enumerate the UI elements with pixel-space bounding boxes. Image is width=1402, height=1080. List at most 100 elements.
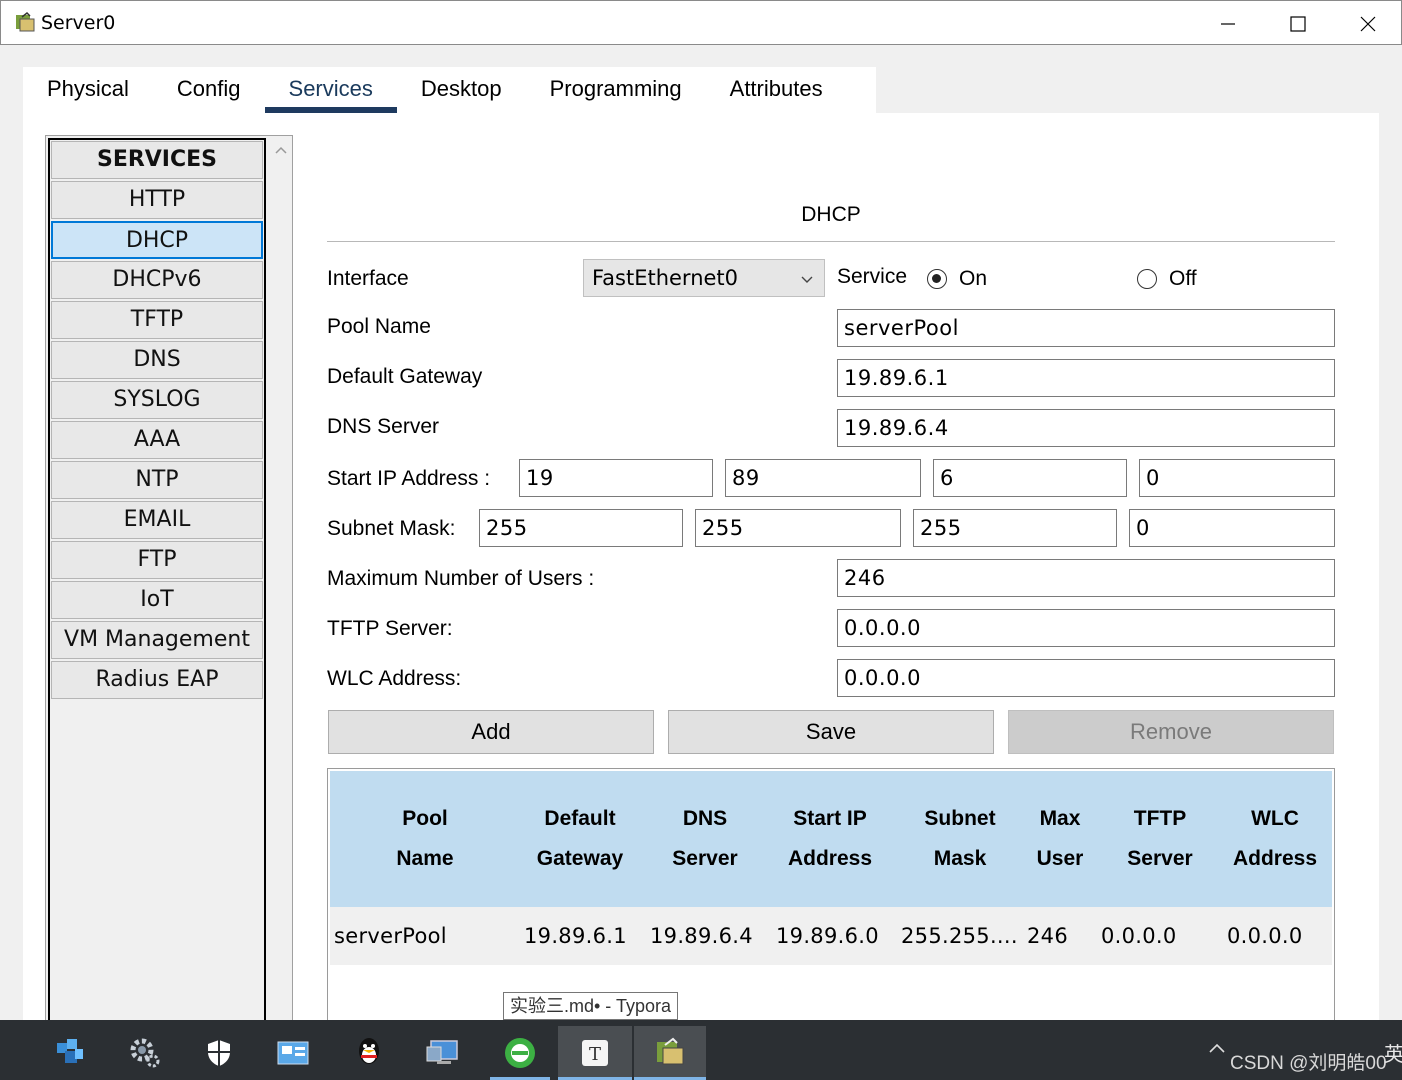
start-ip-label: Start IP Address : xyxy=(327,467,491,490)
col-default-gateway-label: Default Gateway xyxy=(536,807,624,870)
wlc-field[interactable]: 0.0.0.0 xyxy=(837,659,1335,697)
sidebar-item-dns[interactable]: DNS xyxy=(51,341,263,379)
close-button[interactable] xyxy=(1333,1,1402,46)
col-start-ip-label: Start IP Address xyxy=(787,807,873,870)
col-wlc-address[interactable]: WLC Address xyxy=(1225,771,1325,907)
service-on-radio[interactable] xyxy=(927,269,947,289)
chevron-down-icon xyxy=(801,276,813,283)
col-subnet-mask-label: Subnet Mask xyxy=(924,807,996,870)
pool-name-field[interactable]: serverPool xyxy=(837,309,1335,347)
subnet-octet-2[interactable]: 255 xyxy=(695,509,901,547)
save-button[interactable]: Save xyxy=(668,710,994,754)
sidebar-item-syslog[interactable]: SYSLOG xyxy=(51,381,263,419)
gateway-label: Default Gateway xyxy=(327,365,483,388)
col-dns-server-label: DNS Server xyxy=(672,807,738,870)
cell-pool-name: serverPool xyxy=(334,924,447,948)
cell-start-ip: 19.89.6.0 xyxy=(776,924,879,948)
sidebar-item-http[interactable]: HTTP xyxy=(51,181,263,219)
tray-expand-icon[interactable] xyxy=(1208,1042,1226,1054)
maximize-icon xyxy=(1290,15,1306,32)
scroll-up-icon[interactable] xyxy=(274,144,288,158)
interface-select[interactable]: FastEthernet0 xyxy=(583,259,825,297)
col-max-user-label: Max User xyxy=(1036,807,1084,870)
sidebar-item-dhcp[interactable]: DHCP xyxy=(51,221,263,259)
dns-field[interactable]: 19.89.6.4 xyxy=(837,409,1335,447)
cell-tftp-server: 0.0.0.0 xyxy=(1101,924,1177,948)
col-max-user[interactable]: Max User xyxy=(1020,771,1100,907)
close-icon xyxy=(1360,16,1376,31)
minimize-button[interactable] xyxy=(1193,1,1263,46)
services-content: SERVICES HTTP DHCP DHCPv6 TFTP DNS SYSLO… xyxy=(23,113,1379,1028)
pool-table: Pool Name Default Gateway DNS Server Sta… xyxy=(327,768,1335,1028)
maximize-button[interactable] xyxy=(1263,1,1333,46)
tftp-field[interactable]: 0.0.0.0 xyxy=(837,609,1335,647)
sidebar-item-ntp[interactable]: NTP xyxy=(51,461,263,499)
sidebar-item-radius-eap[interactable]: Radius EAP xyxy=(51,661,263,699)
tab-services[interactable]: Services xyxy=(264,67,398,113)
cell-wlc-address: 0.0.0.0 xyxy=(1227,924,1303,948)
qq-penguin-icon[interactable] xyxy=(338,1026,400,1080)
sidebar-item-email[interactable]: EMAIL xyxy=(51,501,263,539)
sidebar-item-dhcpv6[interactable]: DHCPv6 xyxy=(51,261,263,299)
sidebar-item-tftp[interactable]: TFTP xyxy=(51,301,263,339)
divider xyxy=(327,241,1335,242)
subnet-octet-3[interactable]: 255 xyxy=(913,509,1117,547)
window-title: Server0 xyxy=(41,12,116,34)
app-area: Physical Config Services Desktop Program… xyxy=(0,45,1402,1028)
windows-security-icon[interactable] xyxy=(188,1026,250,1080)
sidebar-header: SERVICES xyxy=(51,141,263,179)
col-start-ip[interactable]: Start IP Address xyxy=(770,771,890,907)
dns-label: DNS Server xyxy=(327,415,440,438)
gateway-field[interactable]: 19.89.6.1 xyxy=(837,359,1335,397)
packet-tracer-server-icon xyxy=(16,11,35,32)
cisco-packet-tracer-icon[interactable] xyxy=(40,1026,102,1080)
max-users-field[interactable]: 246 xyxy=(837,559,1335,597)
services-sidebar-frame: SERVICES HTTP DHCP DHCPv6 TFTP DNS SYSLO… xyxy=(45,135,293,1028)
sidebar-item-ftp[interactable]: FTP xyxy=(51,541,263,579)
packet-tracer-active-icon[interactable] xyxy=(634,1026,706,1080)
sidebar-item-vm-management[interactable]: VM Management xyxy=(51,621,263,659)
input-language-indicator[interactable]: 英 xyxy=(1384,1038,1402,1067)
tab-desktop[interactable]: Desktop xyxy=(397,67,526,113)
taskbar-tooltip: 实验三.md• - Typora xyxy=(503,992,679,1020)
wlc-label: WLC Address: xyxy=(327,667,462,690)
start-ip-octet-4[interactable]: 0 xyxy=(1139,459,1335,497)
cell-default-gateway: 19.89.6.1 xyxy=(524,924,627,948)
pool-name-label: Pool Name xyxy=(327,315,431,338)
col-default-gateway[interactable]: Default Gateway xyxy=(520,771,640,907)
table-row[interactable]: serverPool 19.89.6.1 19.89.6.4 19.89.6.0… xyxy=(330,907,1332,965)
tftp-label: TFTP Server: xyxy=(327,617,453,640)
minimize-icon xyxy=(1221,22,1235,25)
subnet-octet-1[interactable]: 255 xyxy=(479,509,683,547)
service-label: Service xyxy=(837,265,908,288)
start-ip-octet-1[interactable]: 19 xyxy=(519,459,713,497)
settings-gear-icon[interactable] xyxy=(114,1026,176,1080)
interface-value: FastEthernet0 xyxy=(592,266,739,290)
taskbar: T CSDN @刘明皓00 英 xyxy=(0,1020,1402,1080)
sidebar-item-iot[interactable]: IoT xyxy=(51,581,263,619)
col-tftp-server[interactable]: TFTP Server xyxy=(1110,771,1210,907)
add-button[interactable]: Add xyxy=(328,710,654,754)
control-panel-icon[interactable] xyxy=(262,1026,324,1080)
sidebar-scrollbar[interactable] xyxy=(270,136,292,1024)
tab-programming[interactable]: Programming xyxy=(526,67,706,113)
service-on-label: On xyxy=(959,267,988,290)
remove-button[interactable]: Remove xyxy=(1008,710,1334,754)
tab-physical[interactable]: Physical xyxy=(23,67,153,113)
remote-desktop-icon[interactable] xyxy=(412,1026,474,1080)
tab-attributes[interactable]: Attributes xyxy=(706,67,847,113)
start-ip-octet-2[interactable]: 89 xyxy=(725,459,921,497)
col-pool-name-label: Pool Name xyxy=(396,807,454,870)
tab-config[interactable]: Config xyxy=(153,67,265,113)
col-subnet-mask[interactable]: Subnet Mask xyxy=(905,771,1015,907)
col-dns-server[interactable]: DNS Server xyxy=(650,771,760,907)
start-ip-octet-3[interactable]: 6 xyxy=(933,459,1127,497)
service-off-radio[interactable] xyxy=(1137,269,1157,289)
col-tftp-server-label: TFTP Server xyxy=(1127,807,1193,870)
col-pool-name[interactable]: Pool Name xyxy=(350,771,500,907)
subnet-octet-4[interactable]: 0 xyxy=(1129,509,1335,547)
col-wlc-address-label: WLC Address xyxy=(1232,807,1318,870)
browser-icon[interactable] xyxy=(490,1026,550,1080)
sidebar-item-aaa[interactable]: AAA xyxy=(51,421,263,459)
typora-icon[interactable]: T xyxy=(558,1026,632,1080)
